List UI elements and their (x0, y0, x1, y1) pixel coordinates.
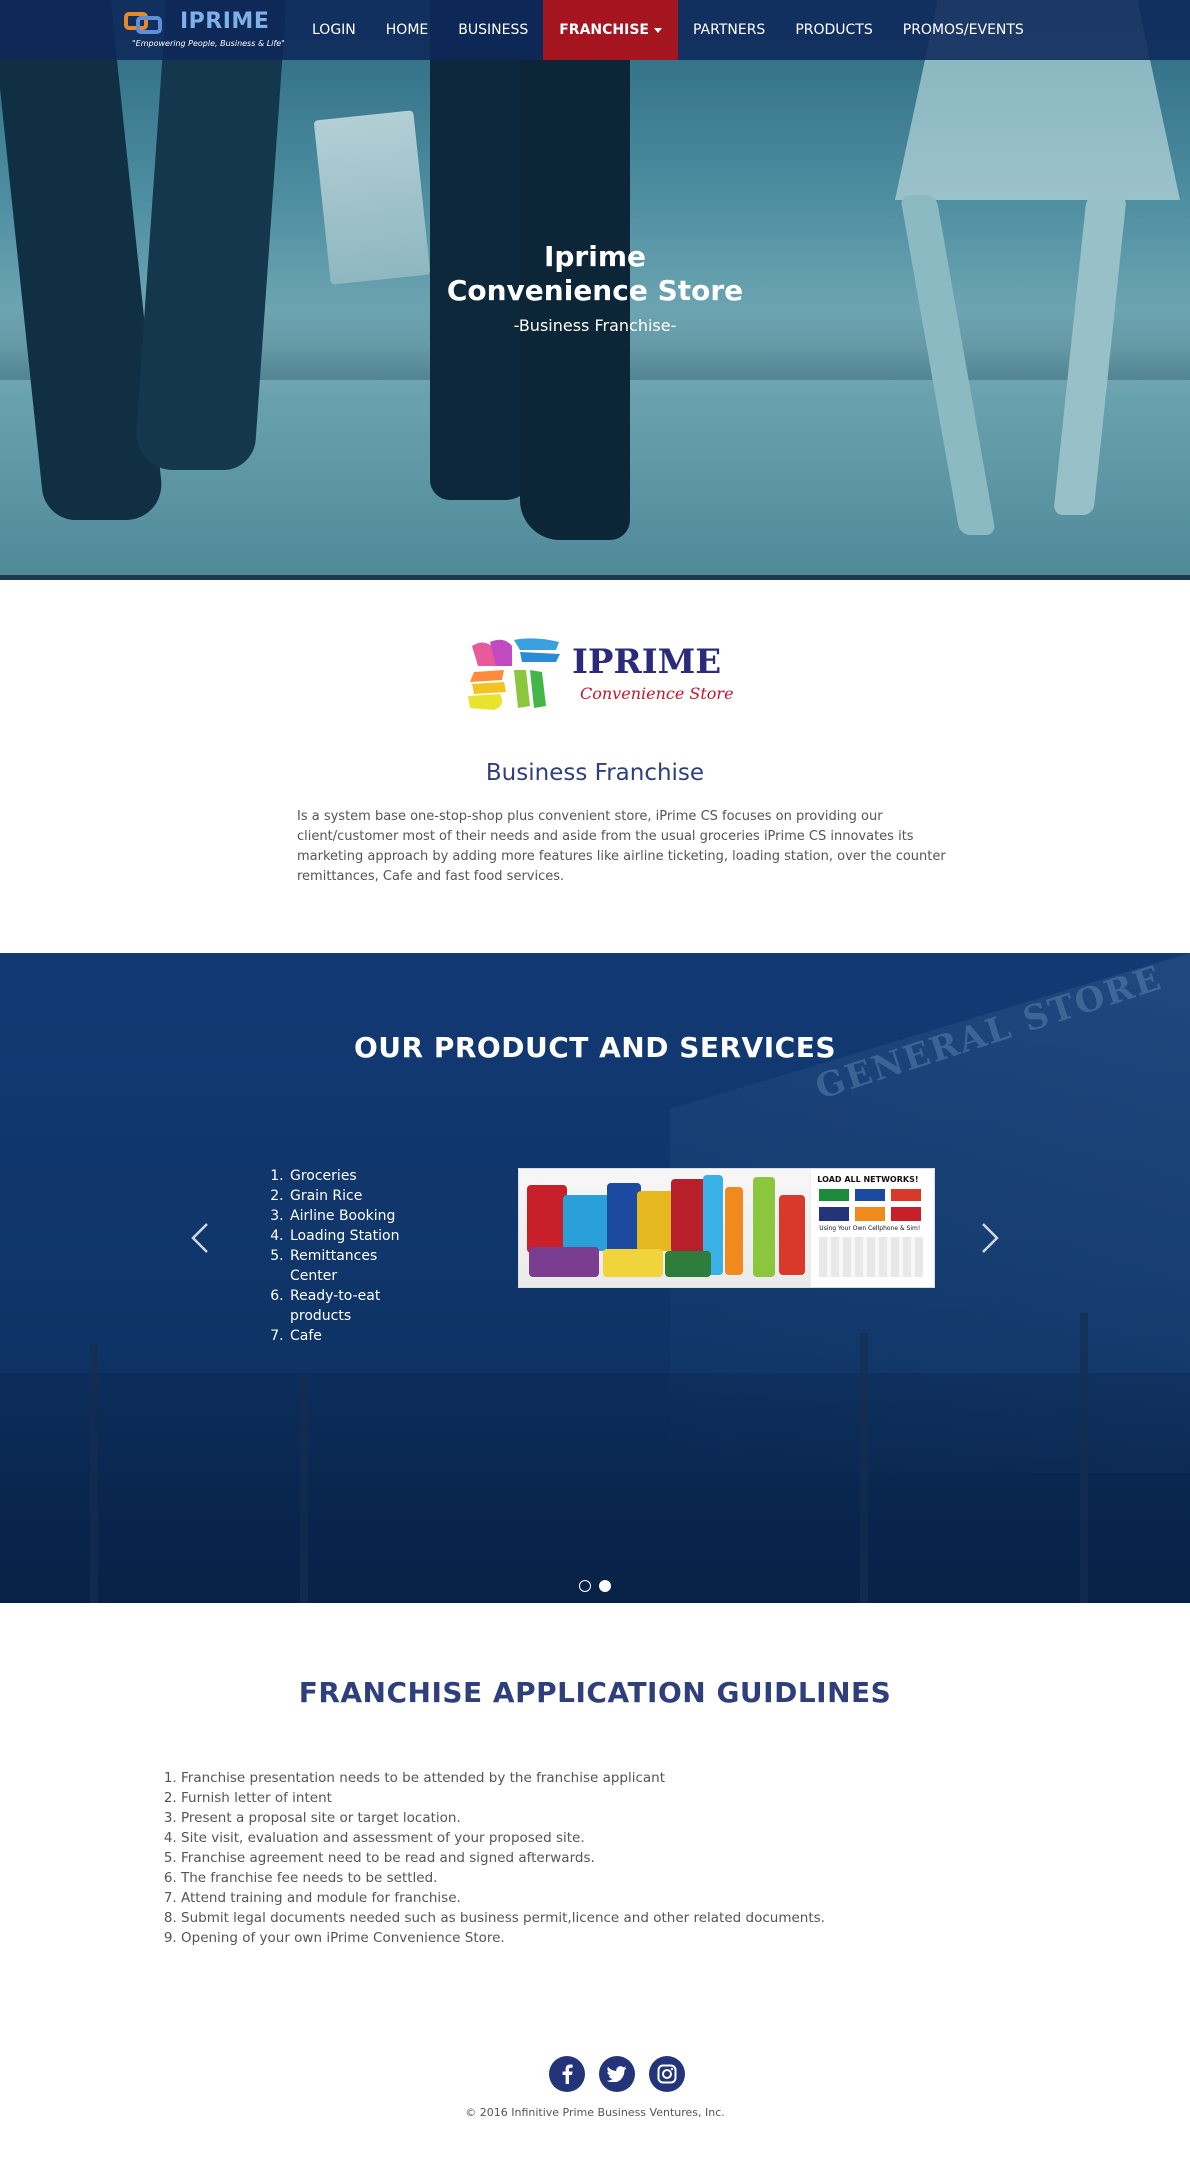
intro-heading: Business Franchise (485, 760, 705, 786)
list-item: Franchise presentation needs to be atten… (181, 1768, 825, 1788)
list-item: Remittances Center (288, 1246, 420, 1286)
list-item: Franchise agreement need to be read and … (181, 1848, 825, 1868)
chevron-left-icon (191, 1223, 208, 1253)
list-item: Opening of your own iPrime Convenience S… (181, 1928, 825, 1948)
iprime-convenience-store-logo: IPRIME Convenience Store (464, 630, 734, 720)
hero-subtitle: -Business Franchise- (513, 316, 677, 335)
hero-text: Iprime Convenience Store -Business Franc… (0, 240, 1190, 335)
snack-products-image (519, 1169, 811, 1287)
nav-item-franchise[interactable]: FRANCHISE (543, 0, 678, 60)
logo-title: IPRIME (572, 642, 722, 682)
list-item: Attend training and module for franchise… (181, 1888, 825, 1908)
nav-item-business[interactable]: BUSINESS (443, 0, 543, 60)
nav-item-home[interactable]: HOME (371, 0, 443, 60)
list-item: Site visit, evaluation and assessment of… (181, 1828, 825, 1848)
brand-tagline: "Empowering People, Business & Life" (132, 39, 285, 48)
products-title: OUR PRODUCT AND SERVICES (354, 1031, 836, 1064)
logo-subtitle: Convenience Store (580, 684, 734, 703)
copyright-text: © 2016 Infinitive Prime Business Venture… (465, 2106, 725, 2119)
top-navbar: IPRIME "Empowering People, Business & Li… (0, 0, 1190, 60)
carousel-dot-2[interactable] (599, 1580, 611, 1592)
twitter-icon[interactable] (599, 2056, 635, 2092)
caret-down-icon (653, 27, 662, 33)
list-item: Cafe (288, 1326, 420, 1346)
list-item: Submit legal documents needed such as bu… (181, 1908, 825, 1928)
brand-logo[interactable]: IPRIME "Empowering People, Business & Li… (124, 8, 285, 54)
nav-menu: LOGIN HOME BUSINESS FRANCHISE PARTNERS P… (297, 0, 1039, 60)
carousel-next-button[interactable] (975, 1218, 1005, 1258)
hero-banner: Iprime Convenience Store -Business Franc… (0, 0, 1190, 580)
guidelines-title: FRANCHISE APPLICATION GUIDLINES (298, 1676, 892, 1709)
colorful-logo-mark-icon (468, 638, 560, 710)
iprime-logo-icon (124, 12, 162, 34)
list-item: Airline Booking (288, 1206, 420, 1226)
products-services-section: GENERAL STORE OUR PRODUCT AND SERVICES G… (0, 953, 1190, 1603)
list-item: The franchise fee needs to be settled. (181, 1868, 825, 1888)
carousel-indicators (0, 1580, 1190, 1592)
nav-item-partners[interactable]: PARTNERS (678, 0, 780, 60)
carousel-dot-1[interactable] (579, 1580, 591, 1592)
facebook-icon[interactable] (549, 2056, 585, 2092)
list-item: Ready-to-eat products (288, 1286, 420, 1326)
list-item: Loading Station (288, 1226, 420, 1246)
list-item: Groceries (288, 1166, 420, 1186)
brand-name: IPRIME (180, 9, 270, 34)
load-networks-image: LOAD ALL NETWORKS! Using Your Own Cellph… (810, 1169, 934, 1287)
list-item: Furnish letter of intent (181, 1788, 825, 1808)
list-item: Present a proposal site or target locati… (181, 1808, 825, 1828)
products-slide-image: LOAD ALL NETWORKS! Using Your Own Cellph… (518, 1168, 935, 1288)
intro-section: IPRIME Convenience Store Business Franch… (0, 580, 1190, 953)
services-list: Groceries Grain Rice Airline Booking Loa… (270, 1166, 420, 1346)
chevron-right-icon (982, 1223, 999, 1253)
nav-item-promos-events[interactable]: PROMOS/EVENTS (888, 0, 1039, 60)
intro-body: Is a system base one-stop-shop plus conv… (297, 809, 946, 884)
nav-item-login[interactable]: LOGIN (297, 0, 371, 60)
social-links (549, 2056, 685, 2092)
carousel-prev-button[interactable] (185, 1218, 215, 1258)
guidelines-list: Franchise presentation needs to be atten… (165, 1768, 825, 1948)
hero-title: Iprime Convenience Store (446, 240, 744, 307)
nav-item-products[interactable]: PRODUCTS (780, 0, 887, 60)
instagram-icon[interactable] (649, 2056, 685, 2092)
list-item: Grain Rice (288, 1186, 420, 1206)
